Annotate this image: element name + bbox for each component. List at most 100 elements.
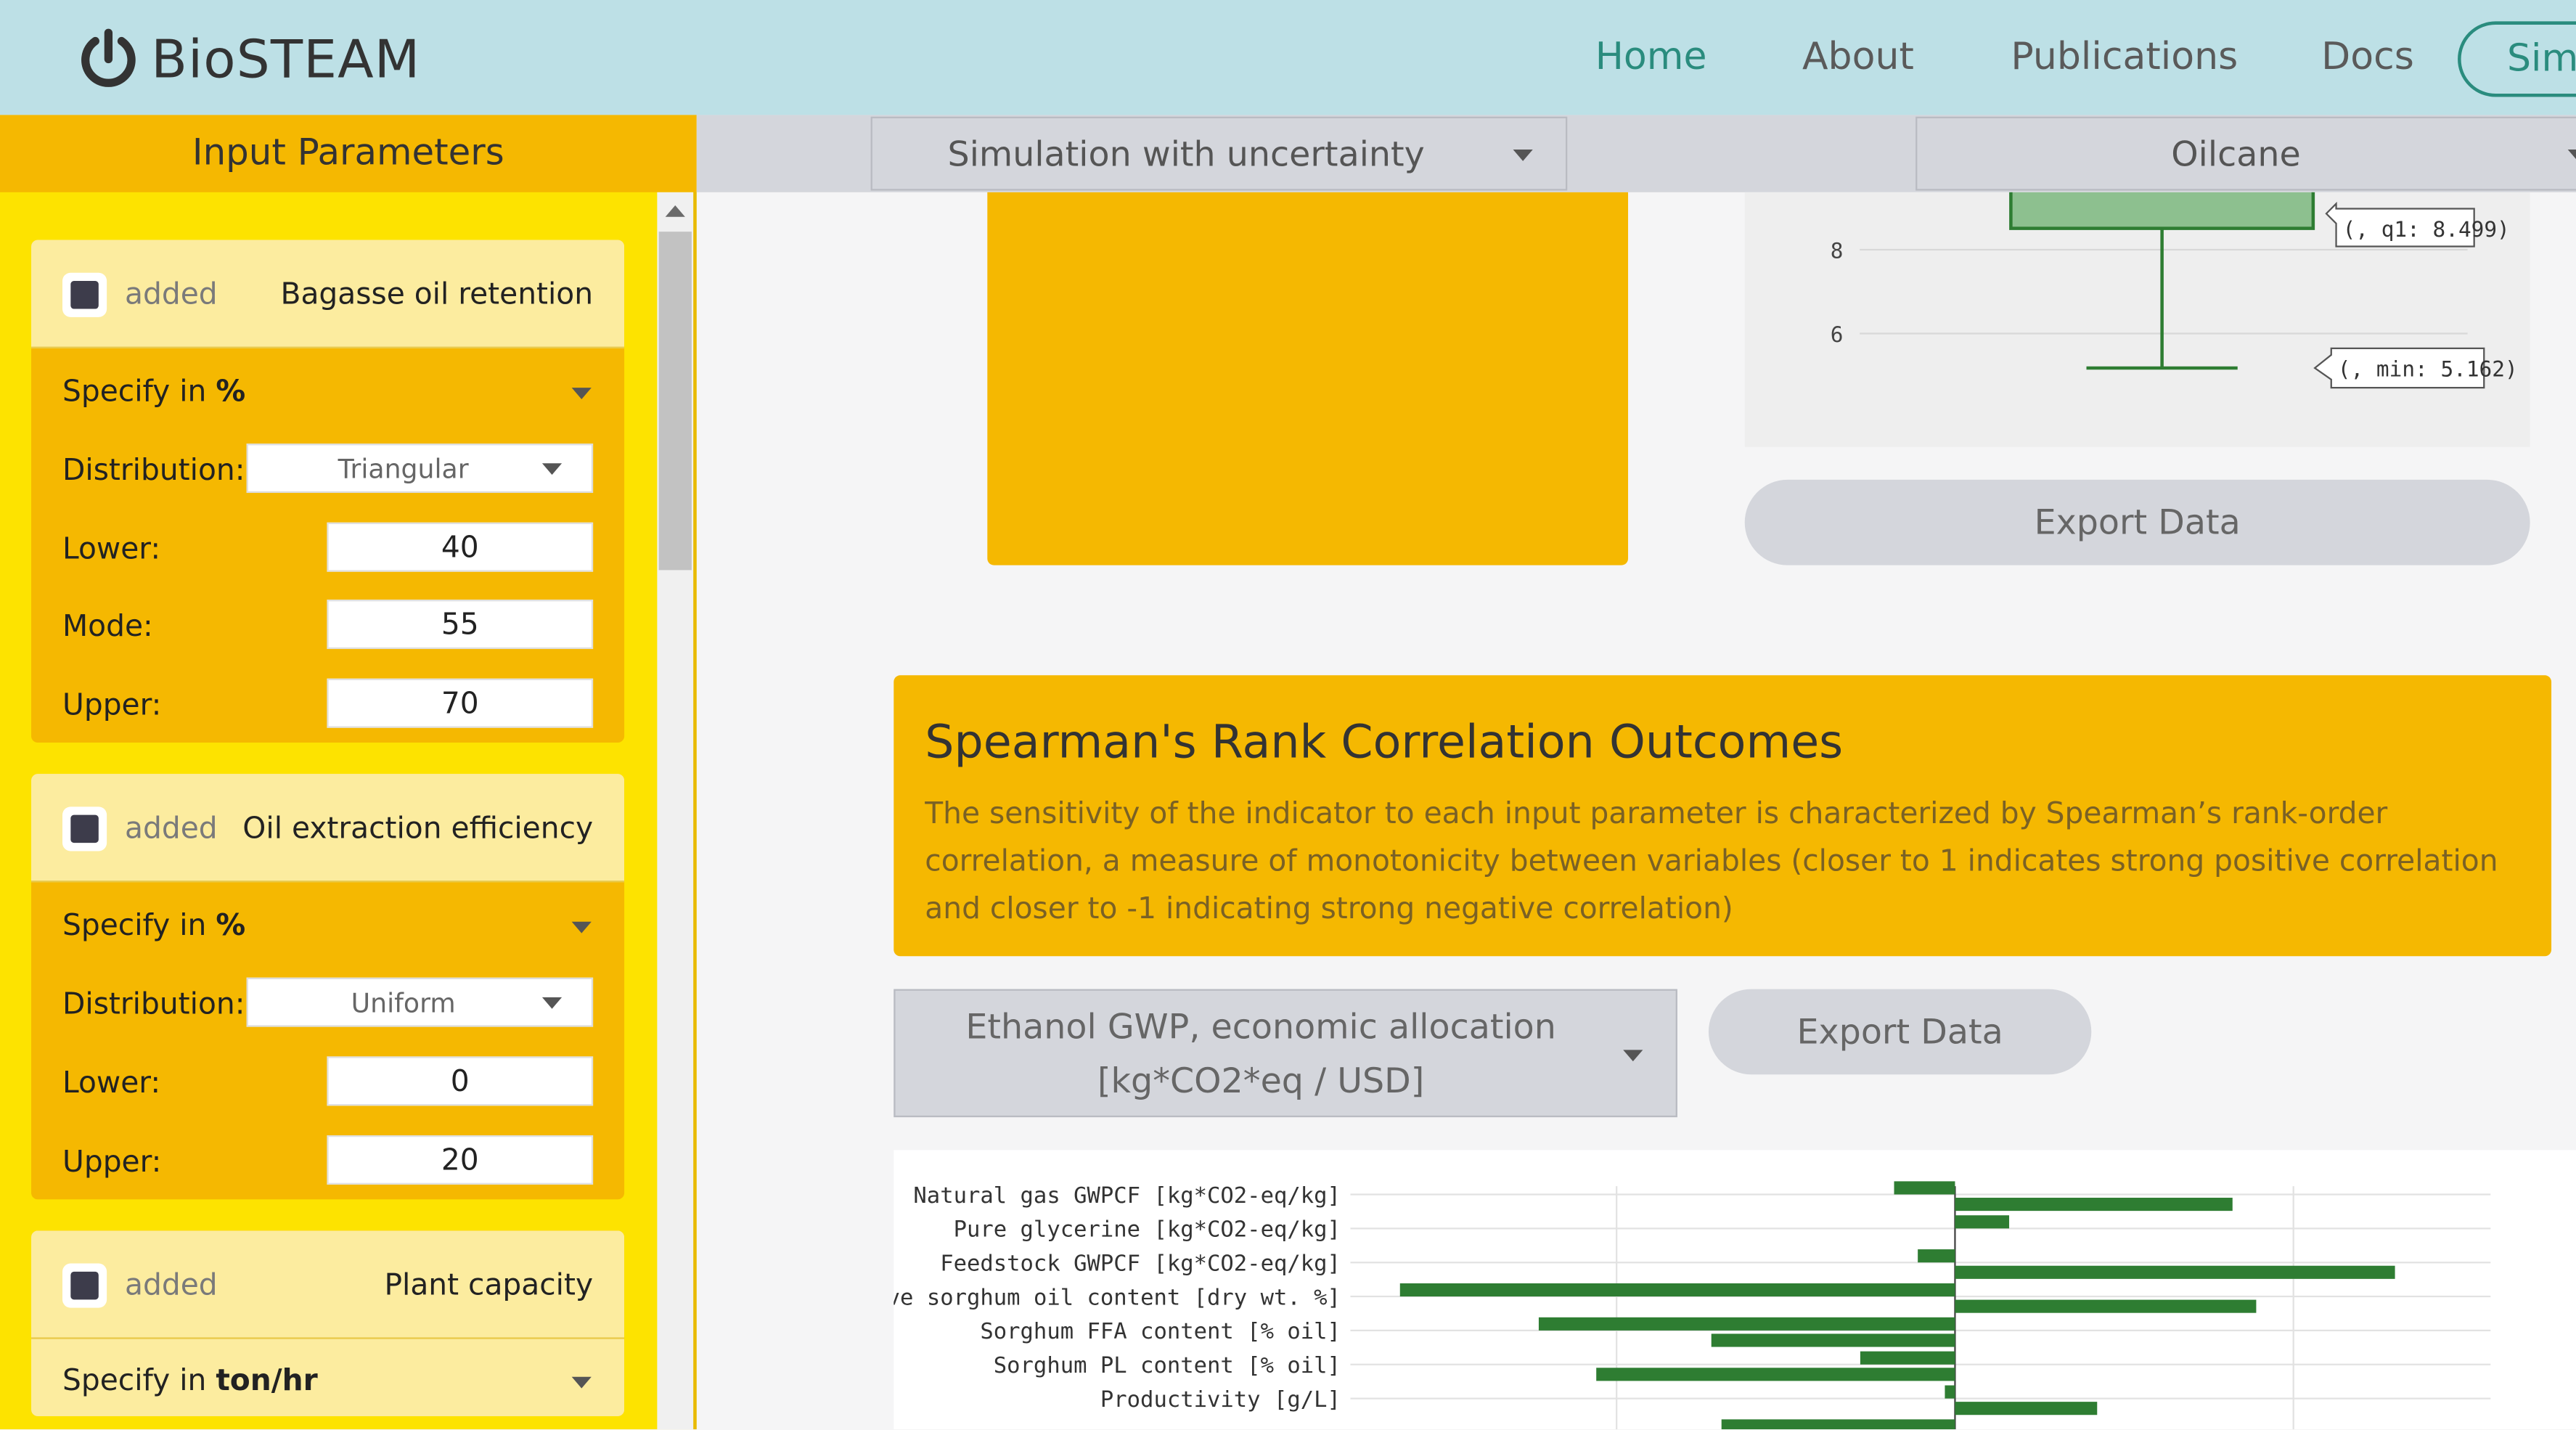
distribution-value: Uniform bbox=[351, 987, 456, 1019]
field-label: Upper: bbox=[62, 688, 162, 723]
nav-about[interactable]: About bbox=[1802, 36, 1914, 79]
top-navbar: BioSTEAM Home About Publications Docs Si… bbox=[0, 0, 2576, 115]
scroll-thumb[interactable] bbox=[658, 232, 692, 571]
power-icon bbox=[81, 28, 136, 87]
chevron-down-icon[interactable] bbox=[571, 921, 592, 933]
correlation-bar[interactable] bbox=[1711, 1333, 1955, 1347]
added-checkbox[interactable] bbox=[62, 1263, 107, 1308]
added-checkbox[interactable] bbox=[62, 272, 107, 317]
section-description: The sensitivity of the indicator to each… bbox=[925, 796, 2498, 927]
box-plot-svg: 8 6 (, q1: 8.499) (, min: 5.162) bbox=[1831, 182, 2518, 389]
distribution-label: Distribution: bbox=[62, 453, 245, 489]
chevron-down-icon bbox=[2567, 149, 2576, 161]
indicator-unit: [kg*CO2*eq / USD] bbox=[1097, 1061, 1425, 1101]
nav-docs[interactable]: Docs bbox=[2321, 36, 2414, 79]
correlation-bar[interactable] bbox=[1955, 1402, 2098, 1415]
parameter-card: added Oil extraction efficiency Specify … bbox=[31, 774, 625, 1200]
chevron-down-icon bbox=[541, 997, 563, 1009]
feedstock-value: Oilcane bbox=[2171, 134, 2301, 174]
parameter-card-header: added Plant capacity bbox=[31, 1230, 625, 1339]
correlation-bar[interactable] bbox=[1955, 1265, 2395, 1279]
specify-label: Specify in bbox=[62, 908, 216, 944]
correlation-bar[interactable] bbox=[1955, 1215, 2010, 1229]
correlation-bar[interactable] bbox=[1538, 1317, 1955, 1331]
category-label: Productivity [g/L] bbox=[1100, 1387, 1341, 1413]
scroll-up-icon[interactable] bbox=[665, 205, 685, 217]
specify-unit-dropdown[interactable]: Specify in % bbox=[62, 909, 245, 944]
correlation-bar[interactable] bbox=[1955, 1198, 2233, 1212]
specify-unit-dropdown[interactable]: Specify in ton/hr bbox=[62, 1364, 318, 1399]
spearman-chart: Natural gas GWPCF [kg*CO2-eq/kg] Pure gly… bbox=[846, 1150, 2576, 1430]
correlation-bar[interactable] bbox=[1945, 1385, 1955, 1399]
specify-unit: ton/hr bbox=[216, 1363, 318, 1399]
y-tick-label: 8 bbox=[1831, 238, 1844, 263]
distribution-select[interactable]: Triangular bbox=[246, 444, 594, 494]
parameter-name: Oil extraction efficiency bbox=[242, 812, 594, 846]
specify-label: Specify in bbox=[62, 1363, 216, 1399]
added-label: added bbox=[125, 1268, 218, 1303]
chevron-down-icon[interactable] bbox=[571, 388, 592, 400]
specify-unit: % bbox=[216, 375, 246, 409]
parameter-card-header: added Bagasse oil retention bbox=[31, 240, 625, 348]
distribution-value: Triangular bbox=[338, 453, 469, 485]
sidebar-title: Input Parameters bbox=[0, 115, 697, 192]
correlation-bar[interactable] bbox=[1955, 1299, 2257, 1313]
field-label: Lower: bbox=[62, 532, 161, 567]
box-q1-q3[interactable] bbox=[2009, 182, 2315, 230]
upper-input[interactable]: 20 bbox=[327, 1135, 594, 1185]
min-tooltip: (, min: 5.162) bbox=[2338, 356, 2518, 381]
category-label: Sorghum FFA content [% oil] bbox=[980, 1319, 1341, 1344]
correlation-bar[interactable] bbox=[1860, 1351, 1955, 1365]
added-label: added bbox=[125, 277, 218, 313]
chevron-down-icon[interactable] bbox=[571, 1376, 592, 1389]
lower-input[interactable]: 40 bbox=[327, 522, 594, 572]
app-stage: BioSTEAM Home About Publications Docs Si… bbox=[0, 0, 2576, 1430]
indicator-value: Ethanol GWP, economic allocation bbox=[965, 1007, 1556, 1047]
added-label: added bbox=[125, 812, 218, 846]
parameter-card: added Bagasse oil retention Specify in %… bbox=[31, 240, 625, 743]
tornado-svg: Natural gas GWPCF [kg*CO2-eq/kg] Pure gly… bbox=[846, 1181, 2491, 1430]
parameter-name: Bagasse oil retention bbox=[280, 277, 594, 313]
correlation-bar[interactable] bbox=[1399, 1283, 1955, 1297]
y-tick-label: 6 bbox=[1831, 322, 1844, 347]
nav-publications[interactable]: Publications bbox=[2011, 36, 2238, 79]
parameter-name: Plant capacity bbox=[384, 1268, 594, 1303]
distribution-label: Distribution: bbox=[62, 987, 245, 1022]
field-label: Upper: bbox=[62, 1145, 162, 1180]
specify-unit-dropdown[interactable]: Specify in % bbox=[62, 375, 245, 409]
distribution-select[interactable]: Uniform bbox=[246, 977, 594, 1027]
correlation-bar[interactable] bbox=[1918, 1249, 1955, 1263]
mode-dropdown[interactable]: Simulation with uncertainty bbox=[870, 116, 1568, 191]
field-label: Mode: bbox=[62, 609, 153, 645]
mode-input[interactable]: 55 bbox=[327, 600, 594, 650]
category-label: Pure glycerine [kg*CO2-eq/kg] bbox=[954, 1217, 1341, 1243]
mode-value: Simulation with uncertainty bbox=[947, 134, 1425, 174]
correlation-bar[interactable] bbox=[1596, 1368, 1955, 1381]
logo-text: BioSTEAM bbox=[151, 28, 421, 91]
parameter-card-header: added Oil extraction efficiency bbox=[31, 774, 625, 883]
category-label: Natural gas GWPCF [kg*CO2-eq/kg] bbox=[913, 1183, 1341, 1209]
chevron-down-icon bbox=[1623, 1050, 1643, 1062]
chevron-down-icon bbox=[1513, 149, 1533, 161]
input-parameters-sidebar: Input Parameters added Bagasse oil reten… bbox=[0, 115, 697, 1430]
category-label: Sorghum PL content [% oil] bbox=[994, 1353, 1341, 1378]
correlation-bar[interactable] bbox=[1894, 1181, 1955, 1195]
upper-input[interactable]: 70 bbox=[327, 678, 594, 728]
export-data-button[interactable]: Export Data bbox=[1744, 479, 2530, 565]
spearman-section: Spearman's Rank Correlation Outcomes The… bbox=[894, 675, 2552, 957]
biosteam-logo[interactable]: BioSTEAM bbox=[75, 23, 420, 96]
results-panel bbox=[987, 192, 1629, 565]
specify-unit: % bbox=[216, 908, 246, 944]
section-title: Spearman's Rank Correlation Outcomes bbox=[925, 714, 1844, 769]
added-checkbox[interactable] bbox=[62, 806, 107, 851]
export-data-button[interactable]: Export Data bbox=[1708, 989, 2092, 1075]
nav-home[interactable]: Home bbox=[1595, 36, 1707, 79]
correlation-bar[interactable] bbox=[1721, 1419, 1955, 1430]
indicator-dropdown[interactable]: Ethanol GWP, economic allocation [kg*CO2… bbox=[894, 989, 1677, 1118]
feedstock-dropdown[interactable]: Oilcane bbox=[1915, 116, 2576, 191]
lower-input[interactable]: 0 bbox=[327, 1056, 594, 1106]
sidebar-scrollbar[interactable] bbox=[657, 192, 694, 1430]
simulate-button[interactable]: Simu bbox=[2458, 21, 2576, 97]
q1-tooltip: (, q1: 8.499) bbox=[2343, 217, 2510, 242]
category-label: ative sorghum oil content [dry wt. %] bbox=[894, 1285, 1341, 1310]
